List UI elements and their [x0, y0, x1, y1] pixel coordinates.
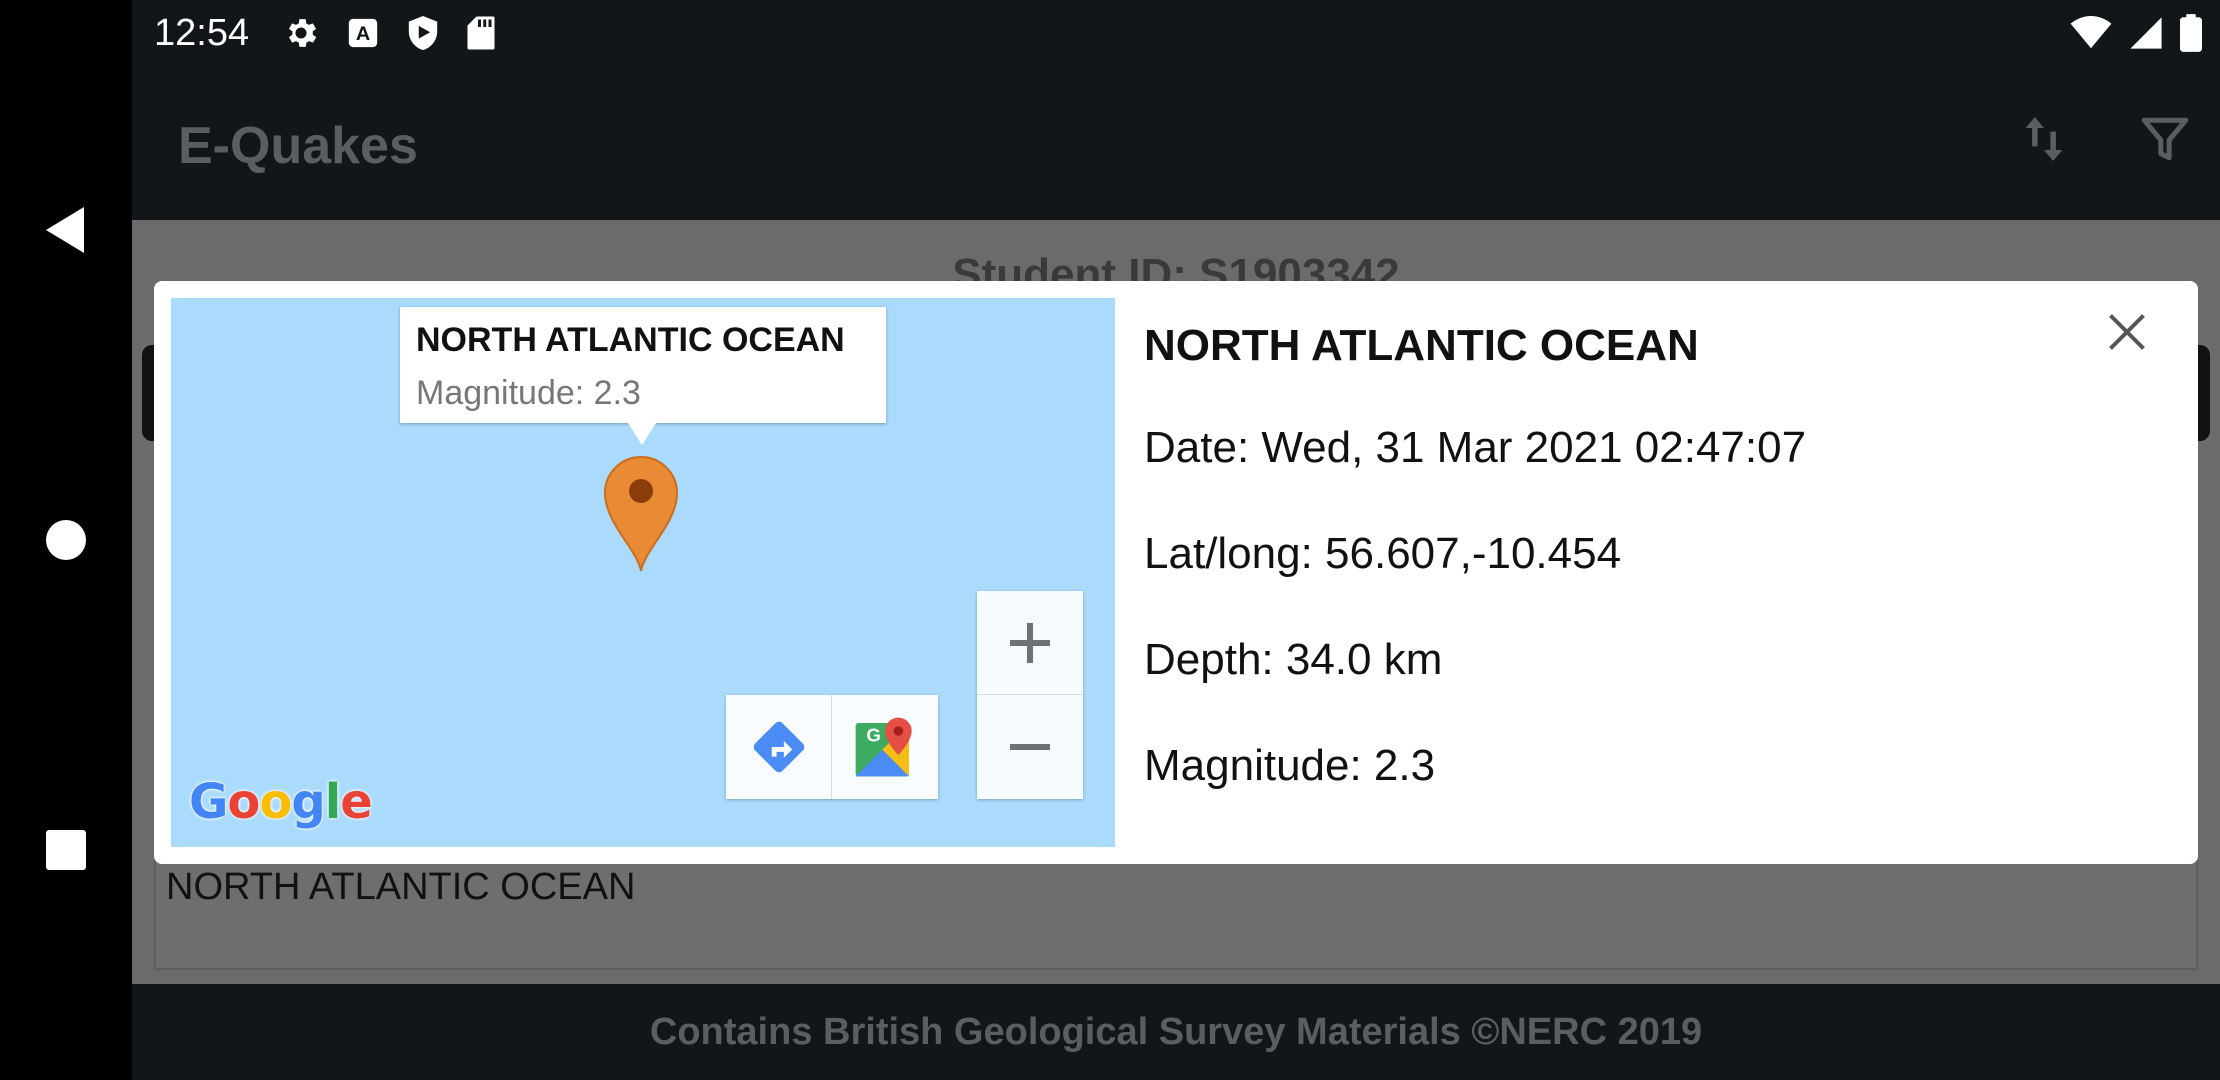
- status-time: 12:54: [154, 12, 250, 54]
- back-button[interactable]: [0, 195, 132, 265]
- wifi-icon: [2070, 16, 2112, 49]
- svg-text:A: A: [356, 23, 370, 45]
- map-view[interactable]: NORTH ATLANTIC OCEAN Magnitude: 2.3 G Go…: [171, 298, 1115, 847]
- directions-icon: [753, 721, 804, 773]
- back-icon: [46, 207, 84, 253]
- detail-date: Date: Wed, 31 Mar 2021 02:47:07: [1144, 423, 1807, 472]
- sd-card-icon: [467, 16, 495, 50]
- recents-button[interactable]: [0, 815, 132, 885]
- detail-latlong: Lat/long: 56.607,-10.454: [1144, 529, 1622, 578]
- info-window-title: NORTH ATLANTIC OCEAN: [416, 321, 845, 359]
- footer-text: Contains British Geological Survey Mater…: [649, 1010, 1703, 1053]
- plus-icon: [1010, 622, 1050, 663]
- detail-depth: Depth: 34.0 km: [1144, 635, 1443, 684]
- app-bar: E-Quakes: [132, 68, 2220, 220]
- earthquake-detail-dialog: NORTH ATLANTIC OCEAN Magnitude: 2.3 G Go…: [154, 281, 2198, 864]
- sort-icon[interactable]: [2022, 112, 2066, 166]
- earthquake-details: NORTH ATLANTIC OCEAN Date: Wed, 31 Mar 2…: [1144, 321, 1806, 847]
- info-window-snippet: Magnitude: 2.3: [416, 374, 641, 412]
- open-in-maps-button[interactable]: G: [832, 695, 938, 799]
- svg-text:G: G: [866, 725, 881, 746]
- zoom-out-button[interactable]: [977, 695, 1083, 799]
- footer: Contains British Geological Survey Mater…: [132, 984, 2220, 1080]
- status-bar: 12:54 A: [132, 0, 2220, 68]
- home-icon: [46, 520, 86, 560]
- google-logo: Google: [189, 774, 373, 830]
- recents-icon: [46, 830, 86, 870]
- detail-magnitude: Magnitude: 2.3: [1144, 741, 1436, 790]
- zoom-in-button[interactable]: [977, 591, 1083, 695]
- list-item-location: NORTH ATLANTIC OCEAN: [166, 866, 636, 908]
- google-maps-icon: G: [855, 717, 912, 777]
- home-button[interactable]: [0, 505, 132, 575]
- minus-icon: [1010, 744, 1050, 750]
- map-toolbar: G: [726, 695, 938, 799]
- map-marker-icon[interactable]: [603, 453, 679, 573]
- accessibility-icon: A: [348, 18, 378, 48]
- signal-icon: [2130, 17, 2162, 49]
- zoom-controls: [977, 591, 1083, 799]
- directions-button[interactable]: [726, 695, 832, 799]
- close-button[interactable]: [2100, 305, 2154, 359]
- close-icon: [2109, 314, 2145, 350]
- filter-icon[interactable]: [2140, 114, 2190, 164]
- battery-icon: [2180, 14, 2202, 52]
- settings-icon: [288, 19, 317, 47]
- navigation-bar: [0, 0, 132, 1080]
- app-title: E-Quakes: [178, 117, 418, 175]
- shield-play-icon: [408, 16, 438, 50]
- detail-location-title: NORTH ATLANTIC OCEAN: [1144, 321, 1699, 370]
- map-info-window[interactable]: NORTH ATLANTIC OCEAN Magnitude: 2.3: [400, 307, 886, 445]
